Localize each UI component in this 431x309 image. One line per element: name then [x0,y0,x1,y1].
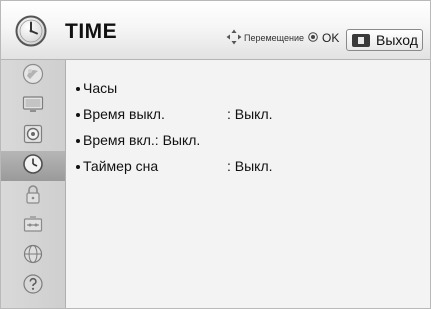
lock-icon [21,182,45,211]
menu-item-sleep-timer[interactable]: Таймер сна : Выкл. [76,158,376,174]
exit-label: Выход [376,32,418,48]
network-icon [21,242,45,271]
category-sidebar [1,60,66,308]
page-title: TIME [65,20,118,43]
sidebar-item-picture[interactable] [1,61,65,91]
bullet-icon [76,139,80,143]
clock-icon [21,152,45,181]
monitor-icon [21,92,45,121]
setup-window: TIME Перемещение OK Выход Часы Время вык… [0,0,431,309]
picture-icon [21,62,45,91]
sidebar-item-network[interactable] [1,241,65,271]
ok-button-icon [308,32,318,44]
sidebar-item-screen[interactable] [1,91,65,121]
sidebar-item-time[interactable] [1,151,65,181]
menu-item-value: : Выкл. [227,158,273,174]
sidebar-item-help[interactable] [1,271,65,301]
bullet-icon [76,113,80,117]
option-icon [21,212,45,241]
exit-button[interactable]: Выход [346,29,423,51]
menu-item-label: Время выкл. [83,106,165,122]
sidebar-item-lock[interactable] [1,181,65,211]
menu-item-label: Таймер сна [83,158,159,174]
bullet-icon [76,87,80,91]
clock-icon [15,15,47,47]
menu-item-label: Время вкл.: Выкл. [83,132,201,148]
exit-key-icon [352,33,370,47]
four-way-arrows-icon [226,29,242,47]
header-bar: TIME Перемещение OK Выход [1,1,430,60]
menu-item-off-time[interactable]: Время выкл. : Выкл. [76,106,376,122]
navigation-hint: Перемещение OK [226,29,340,47]
speaker-icon [21,122,45,151]
menu-item-value: : Выкл. [227,106,273,122]
help-icon [21,272,45,301]
sidebar-item-option[interactable] [1,211,65,241]
nav-hint-label: Перемещение [244,33,304,43]
sidebar-item-audio[interactable] [1,121,65,151]
menu-item-on-time[interactable]: Время вкл.: Выкл. [76,132,200,148]
bullet-icon [76,165,80,169]
menu-item-label: Часы [83,80,118,96]
ok-label: OK [322,31,340,45]
menu-content: Часы Время выкл. : Выкл. Время вкл.: Вык… [66,60,430,308]
menu-item-clock[interactable]: Часы [76,80,117,96]
